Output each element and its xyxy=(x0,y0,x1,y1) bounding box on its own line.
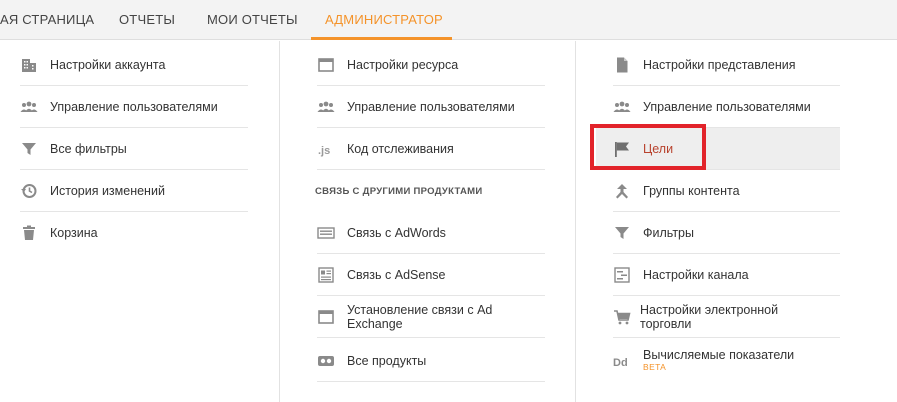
tab-reports[interactable]: ОТЧЕТЫ xyxy=(119,0,175,40)
account-trash-item[interactable]: Корзина xyxy=(20,212,248,254)
account-users-item[interactable]: Управление пользователями xyxy=(20,86,248,128)
window-icon xyxy=(317,56,335,74)
adexchange-icon xyxy=(317,308,335,326)
history-icon xyxy=(20,182,38,200)
account-filters-item[interactable]: Все фильтры xyxy=(20,128,248,170)
channel-settings-item[interactable]: Настройки канала xyxy=(613,254,840,296)
document-icon xyxy=(613,56,631,74)
adsense-icon xyxy=(317,266,335,284)
users-icon xyxy=(317,98,335,116)
adexchange-link-label: Установление связи с Ad Exchange xyxy=(347,303,493,331)
goals-highlight-box xyxy=(590,124,706,170)
dd-icon: Dd xyxy=(613,352,631,370)
view-settings-label: Настройки представления xyxy=(643,58,796,72)
filter-icon xyxy=(20,140,38,158)
users-icon xyxy=(613,98,631,116)
trash-icon xyxy=(20,224,38,242)
top-navigation: АЯ СТРАНИЦА ОТЧЕТЫ МОИ ОТЧЕТЫ АДМИНИСТРА… xyxy=(0,0,897,40)
svg-text:.js: .js xyxy=(318,145,330,157)
channel-settings-label: Настройки канала xyxy=(643,268,749,282)
adexchange-link-item[interactable]: Установление связи с Ad Exchange xyxy=(317,296,545,338)
column-divider xyxy=(575,41,576,402)
property-settings-label: Настройки ресурса xyxy=(347,58,459,72)
column-divider xyxy=(279,41,280,402)
account-trash-label: Корзина xyxy=(50,226,98,240)
users-icon xyxy=(20,98,38,116)
svg-text:Dd: Dd xyxy=(613,357,628,369)
content-groups-icon xyxy=(613,182,631,200)
ecommerce-settings-label: Настройки электронной торговли xyxy=(640,303,779,331)
filter-icon xyxy=(613,224,631,242)
account-history-label: История изменений xyxy=(50,184,165,198)
tracking-code-item[interactable]: .js Код отслеживания xyxy=(317,128,545,170)
tab-home[interactable]: АЯ СТРАНИЦА xyxy=(0,0,94,40)
account-filters-label: Все фильтры xyxy=(50,142,127,156)
property-settings-item[interactable]: Настройки ресурса xyxy=(317,44,545,86)
tab-admin[interactable]: АДМИНИСТРАТОР xyxy=(325,0,443,40)
view-settings-item[interactable]: Настройки представления xyxy=(613,44,840,86)
content-groups-label: Группы контента xyxy=(643,184,740,198)
account-users-label: Управление пользователями xyxy=(50,100,218,114)
account-settings-item[interactable]: Настройки аккаунта xyxy=(20,44,248,86)
adwords-link-label: Связь с AdWords xyxy=(347,226,446,240)
all-products-label: Все продукты xyxy=(347,354,427,368)
account-settings-label: Настройки аккаунта xyxy=(50,58,166,72)
view-filters-item[interactable]: Фильтры xyxy=(613,212,840,254)
adsense-link-item[interactable]: Связь с AdSense xyxy=(317,254,545,296)
product-linking-heading: СВЯЗЬ С ДРУГИМИ ПРОДУКТАМИ xyxy=(315,186,483,197)
property-users-item[interactable]: Управление пользователями xyxy=(317,86,545,128)
tab-my-reports[interactable]: МОИ ОТЧЕТЫ xyxy=(207,0,298,40)
all-products-item[interactable]: Все продукты xyxy=(317,340,545,382)
channel-icon xyxy=(613,266,631,284)
adwords-link-item[interactable]: Связь с AdWords xyxy=(317,212,545,254)
adwords-icon xyxy=(317,224,335,242)
tracking-code-label: Код отслеживания xyxy=(347,142,454,156)
view-users-item[interactable]: Управление пользователями xyxy=(613,86,840,128)
js-icon: .js xyxy=(317,140,335,158)
ecommerce-settings-item[interactable]: Настройки электронной торговли xyxy=(613,296,840,338)
view-filters-label: Фильтры xyxy=(643,226,694,240)
active-tab-indicator xyxy=(311,37,452,40)
building-icon xyxy=(20,56,38,74)
content-groups-item[interactable]: Группы контента xyxy=(613,170,840,212)
property-users-label: Управление пользователями xyxy=(347,100,515,114)
products-icon xyxy=(317,352,335,370)
cart-icon xyxy=(613,308,631,326)
beta-badge: BETA xyxy=(643,362,667,372)
view-users-label: Управление пользователями xyxy=(643,100,811,114)
adsense-link-label: Связь с AdSense xyxy=(347,268,446,282)
account-history-item[interactable]: История изменений xyxy=(20,170,248,212)
calculated-metrics-item[interactable]: Dd Вычисляемые показатели BETA xyxy=(613,340,840,382)
